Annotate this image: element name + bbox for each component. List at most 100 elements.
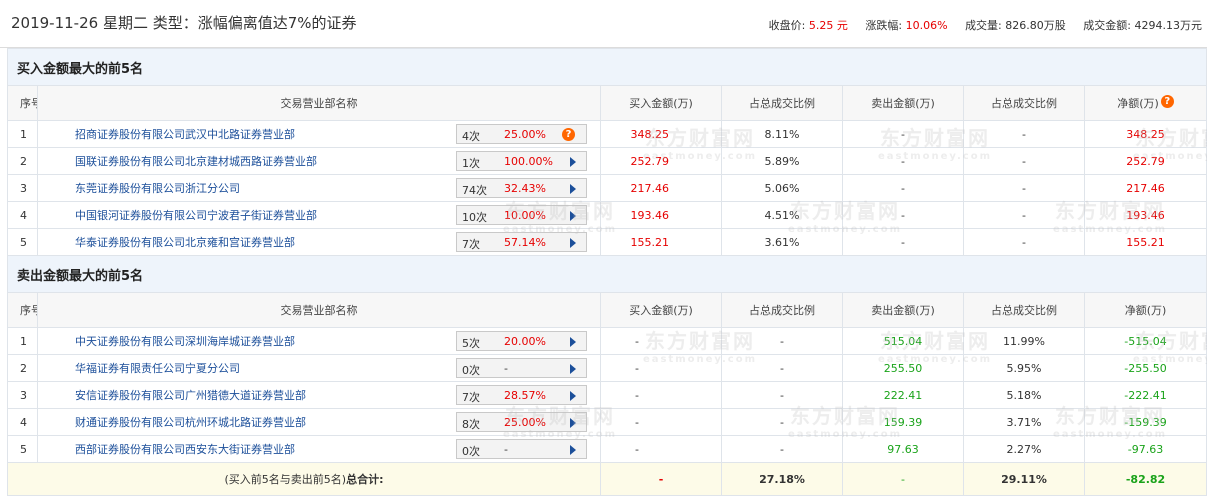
row-sell-amount: - [842, 120, 964, 148]
amount-value: 4294.13万元 [1134, 19, 1203, 32]
expand-arrow-icon[interactable] [570, 184, 576, 194]
column-header-row: 序号 交易营业部名称 买入金额(万) 占总成交比例 卖出金额(万) 占总成交比例 净额(万)… [7, 85, 1207, 121]
table-row: 3 东莞证券股份有限公司浙江分公司 74次 32.43% 217.46 5.06% - -21… [7, 174, 1207, 202]
broker-count: 7次 [462, 391, 480, 404]
expand-arrow-icon[interactable] [570, 391, 576, 401]
col-seq-label: 序号 [20, 304, 37, 317]
expand-arrow-icon[interactable] [570, 337, 576, 347]
broker-link[interactable]: 东莞证券股份有限公司浙江分公司 [75, 182, 240, 195]
broker-stats-box[interactable]: 0次 - [456, 358, 587, 378]
table-row: 2 华福证券有限责任公司宁夏分公司 0次 - - -255.50 5.95% -255.50 [7, 354, 1207, 382]
row-buy-amount: 193.46 [600, 201, 722, 229]
change-label: 涨跌幅: [865, 19, 903, 32]
row-sell-ratio: 5.95% [963, 354, 1085, 382]
col-buy-amount-label: 买入金额(万) [629, 97, 693, 110]
change-value: 10.06% [905, 19, 948, 32]
row-net: -159.39 [1083, 408, 1207, 436]
broker-link[interactable]: 招商证券股份有限公司武汉中北路证券营业部 [75, 128, 295, 141]
broker-link[interactable]: 华泰证券股份有限公司北京雍和宫证券营业部 [75, 236, 295, 249]
row-seq: 1 [7, 120, 38, 148]
total-buy-ratio: 27.18% [721, 462, 843, 496]
row-broker-cell: 西部证券股份有限公司西安东大街证券营业部 0次 - [37, 435, 601, 463]
row-buy-ratio: - [721, 327, 843, 355]
broker-link[interactable]: 华福证券有限责任公司宁夏分公司 [75, 362, 240, 375]
row-sell-amount: 97.63 [842, 435, 964, 463]
row-seq: 5 [7, 435, 38, 463]
row-buy-amount: 252.79 [600, 147, 722, 175]
row-broker-cell: 中天证券股份有限公司深圳海岸城证券营业部 5次 20.00% [37, 327, 601, 355]
broker-link[interactable]: 西部证券股份有限公司西安东大街证券营业部 [75, 443, 295, 456]
row-net: 193.46 [1083, 201, 1207, 229]
broker-stats-box[interactable]: 74次 32.43% [456, 178, 587, 198]
row-seq: 3 [7, 174, 38, 202]
expand-arrow-icon[interactable] [570, 211, 576, 221]
dragon-tiger-table: 买入金额最大的前5名序号交易营业部名称买入金额(万)占总成交比例卖出金额(万)占… [6, 48, 1207, 496]
expand-arrow-icon[interactable] [570, 238, 576, 248]
row-seq: 2 [7, 354, 38, 382]
row-buy-amount: 348.25 [600, 120, 722, 148]
row-sell-amount: 159.39 [842, 408, 964, 436]
expand-arrow-icon[interactable] [570, 157, 576, 167]
amount-stat: 成交金额: 4294.13万元 [1083, 19, 1202, 32]
section-title: 买入金额最大的前5名 [6, 48, 1207, 86]
row-sell-ratio: 2.27% [963, 435, 1085, 463]
row-net: -515.04 [1083, 327, 1207, 355]
broker-count: 0次 [462, 445, 480, 458]
row-buy-ratio: 4.51% [721, 201, 843, 229]
col-broker-name-header: 交易营业部名称 [37, 85, 601, 121]
broker-stats-box[interactable]: 8次 25.00% [456, 412, 587, 432]
col-buy-amount-header: 买入金额(万) [600, 292, 722, 328]
row-buy-ratio: 5.89% [721, 147, 843, 175]
broker-stats-box[interactable]: 10次 10.00% [456, 205, 587, 225]
broker-success-rate: - [504, 443, 508, 456]
col-buy-amount-header: 买入金额(万) [600, 85, 722, 121]
broker-stats-box[interactable]: 4次 25.00%? [456, 124, 587, 144]
volume-label: 成交量: [965, 19, 1002, 32]
total-label: (买入前5名与卖出前5名)总合计: [7, 462, 601, 496]
expand-arrow-icon[interactable] [570, 364, 576, 374]
broker-stats-box[interactable]: 1次 100.00% [456, 151, 587, 171]
row-buy-ratio: - [721, 354, 843, 382]
table-row: 5 西部证券股份有限公司西安东大街证券营业部 0次 - - -97.63 2.27% -97.… [7, 435, 1207, 463]
broker-link[interactable]: 国联证券股份有限公司北京建材城西路证券营业部 [75, 155, 317, 168]
col-buy-ratio-header: 占总成交比例 [721, 85, 843, 121]
row-net: -255.50 [1083, 354, 1207, 382]
table-row: 4 财通证券股份有限公司杭州环城北路证券营业部 8次 25.00% - -159.39 3.… [7, 408, 1207, 436]
broker-link[interactable]: 中国银河证券股份有限公司宁波君子街证券营业部 [75, 209, 317, 222]
row-sell-amount: 515.04 [842, 327, 964, 355]
total-sell: - [842, 462, 964, 496]
broker-stats-box[interactable]: 7次 28.57% [456, 385, 587, 405]
row-sell-ratio: - [963, 120, 1085, 148]
row-buy-ratio: - [721, 408, 843, 436]
row-buy-ratio: 3.61% [721, 228, 843, 256]
broker-stats-box[interactable]: 0次 - [456, 439, 587, 459]
row-sell-ratio: 3.71% [963, 408, 1085, 436]
help-icon[interactable]: ? [1160, 94, 1174, 108]
broker-success-rate: 20.00% [504, 335, 546, 348]
broker-stats-box[interactable]: 7次 57.14% [456, 232, 587, 252]
row-net: -222.41 [1083, 381, 1207, 409]
col-seq-header: 序号 [7, 85, 38, 121]
col-buy-ratio-label: 占总成交比例 [749, 97, 815, 110]
row-buy-amount: - [600, 408, 722, 436]
help-icon[interactable]: ? [562, 128, 575, 141]
expand-arrow-icon[interactable] [570, 418, 576, 428]
table-row: 1 中天证券股份有限公司深圳海岸城证券营业部 5次 20.00% - -515.04 11.… [7, 327, 1207, 355]
broker-success-rate: 28.57% [504, 389, 546, 402]
row-sell-ratio: - [963, 201, 1085, 229]
broker-link[interactable]: 中天证券股份有限公司深圳海岸城证券营业部 [75, 335, 295, 348]
expand-arrow-icon[interactable] [570, 445, 576, 455]
row-buy-ratio: - [721, 435, 843, 463]
row-sell-amount: - [842, 174, 964, 202]
broker-stats-box[interactable]: 5次 20.00% [456, 331, 587, 351]
row-broker-cell: 中国银河证券股份有限公司宁波君子街证券营业部 10次 10.00% [37, 201, 601, 229]
row-sell-amount: - [842, 147, 964, 175]
broker-link[interactable]: 安信证券股份有限公司广州猎德大道证券营业部 [75, 389, 306, 402]
col-buy-ratio-label: 占总成交比例 [749, 304, 815, 317]
column-header-row: 序号 交易营业部名称 买入金额(万) 占总成交比例 卖出金额(万) 占总成交比例 净额(万) [7, 292, 1207, 328]
col-sell-ratio-label: 占总成交比例 [991, 97, 1057, 110]
volume-stat: 成交量: 826.80万股 [965, 19, 1066, 32]
page-title: 2019-11-26 星期二 类型：涨幅偏离值达7%的证券 [11, 14, 357, 32]
broker-link[interactable]: 财通证券股份有限公司杭州环城北路证券营业部 [75, 416, 306, 429]
row-net: 155.21 [1083, 228, 1207, 256]
